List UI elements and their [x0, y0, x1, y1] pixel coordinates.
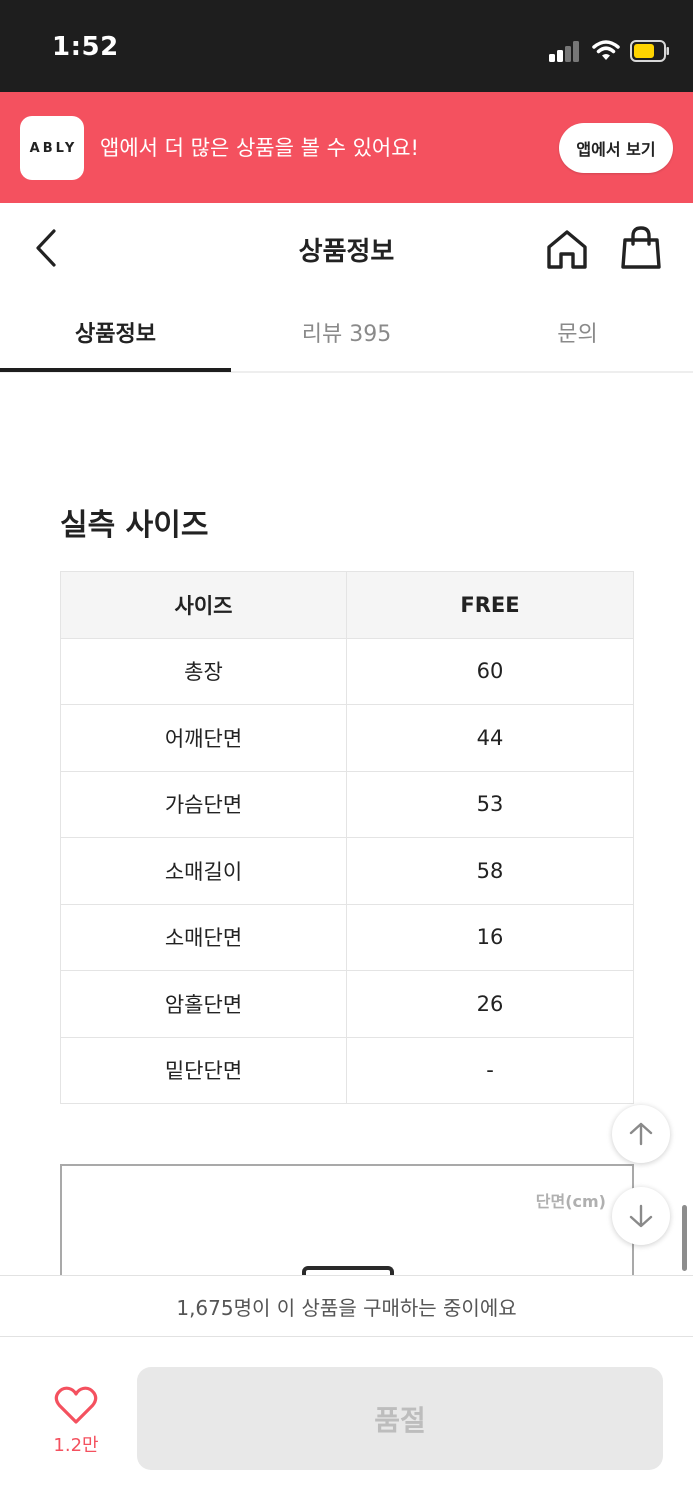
shopping-bag-icon[interactable]	[618, 225, 664, 271]
table-header-cell: 사이즈	[60, 571, 347, 639]
cellular-signal-icon	[549, 40, 581, 62]
status-bar: 1:52	[0, 0, 693, 92]
product-tabs: 상품정보 리뷰 395 문의	[0, 293, 693, 373]
scroll-down-button[interactable]	[612, 1187, 670, 1245]
tab-inquiry[interactable]: 문의	[462, 293, 693, 371]
arrow-up-icon	[629, 1122, 653, 1146]
table-row: 총장 60	[60, 637, 634, 705]
size-section-title: 실측 사이즈	[60, 508, 209, 543]
scroll-to-top-button[interactable]	[612, 1105, 670, 1163]
table-cell-label: 밑단단면	[60, 1036, 347, 1104]
table-cell-value: 58	[346, 837, 634, 905]
like-count: 1.2만	[53, 1435, 99, 1456]
scrollbar[interactable]	[682, 1205, 687, 1271]
page-header: 상품정보	[0, 203, 693, 293]
table-header-cell: FREE	[346, 571, 634, 639]
size-table: 사이즈 FREE 총장 60 어깨단면 44 가슴단면 53 소매길이 58 소…	[60, 571, 634, 1104]
banner-message: 앱에서 더 많은 상품을 볼 수 있어요!	[100, 136, 419, 160]
table-row: 암홀단면 26	[60, 970, 634, 1038]
table-row: 소매단면 16	[60, 903, 634, 971]
battery-icon	[630, 40, 669, 62]
home-icon[interactable]	[544, 227, 590, 271]
open-in-app-button[interactable]: 앱에서 보기	[559, 123, 673, 173]
bottom-action-bar: 1.2만 품절	[0, 1337, 693, 1500]
table-cell-label: 소매길이	[60, 837, 347, 905]
table-cell-label: 총장	[60, 637, 347, 705]
like-button[interactable]: 1.2만	[40, 1385, 112, 1457]
tab-product-info[interactable]: 상품정보	[0, 293, 231, 371]
table-cell-value: 26	[346, 970, 634, 1038]
table-cell-value: 60	[346, 637, 634, 705]
wifi-icon	[592, 40, 620, 60]
table-cell-label: 소매단면	[60, 903, 347, 971]
soldout-button[interactable]: 품절	[137, 1367, 663, 1470]
table-cell-value: 16	[346, 903, 634, 971]
table-cell-label: 암홀단면	[60, 970, 347, 1038]
table-row: 어깨단면 44	[60, 704, 634, 772]
table-cell-value: 53	[346, 770, 634, 838]
buyer-count-notice: 1,675명이 이 상품을 구매하는 중이에요	[0, 1275, 693, 1337]
table-row: 밑단단면 -	[60, 1036, 634, 1104]
table-header-row: 사이즈 FREE	[60, 571, 634, 639]
tab-reviews[interactable]: 리뷰 395	[231, 293, 462, 371]
app-download-banner: ABLY 앱에서 더 많은 상품을 볼 수 있어요! 앱에서 보기	[0, 92, 693, 203]
table-cell-value: 44	[346, 704, 634, 772]
active-tab-indicator	[0, 368, 231, 372]
status-time: 1:52	[52, 32, 119, 62]
table-cell-value: -	[346, 1036, 634, 1104]
table-row: 소매길이 58	[60, 837, 634, 905]
table-cell-label: 어깨단면	[60, 704, 347, 772]
diagram-label: 단면(cm)	[535, 1192, 606, 1211]
arrow-down-icon	[629, 1204, 653, 1228]
heart-icon	[54, 1386, 98, 1424]
size-diagram-image: 단면(cm)	[60, 1164, 634, 1284]
table-cell-label: 가슴단면	[60, 770, 347, 838]
table-row: 가슴단면 53	[60, 770, 634, 838]
ably-logo: ABLY	[20, 116, 84, 180]
